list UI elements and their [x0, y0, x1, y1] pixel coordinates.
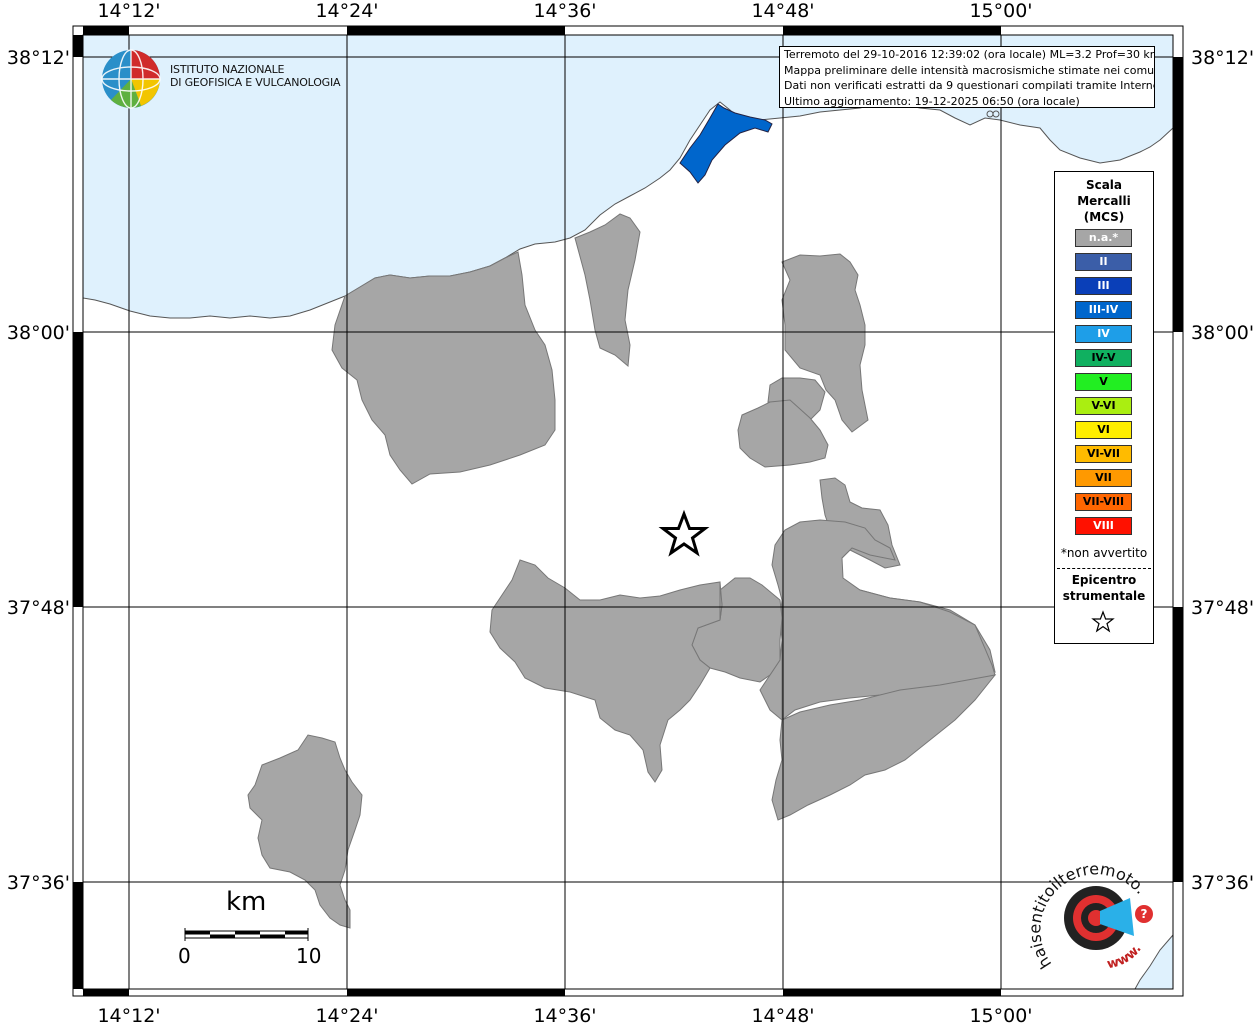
legend-item: VI	[1075, 421, 1132, 439]
legend-item: II	[1075, 253, 1132, 271]
legend-epicenter-label: Epicentro strumentale	[1055, 572, 1153, 604]
scale-end-label: 10	[296, 944, 322, 968]
scale-start-label: 0	[178, 944, 191, 968]
legend-item: III-IV	[1075, 301, 1132, 319]
legend-title-line: Mercalli	[1077, 194, 1131, 208]
lat-label-right: 37°36'	[1191, 872, 1254, 894]
lon-label-top: 14°36'	[533, 0, 596, 22]
lon-label-top: 15°00'	[969, 0, 1032, 22]
lon-label-top: 14°12'	[97, 0, 160, 22]
lon-label-bottom: 15°00'	[969, 1005, 1032, 1024]
lon-label-bottom: 14°48'	[751, 1005, 814, 1024]
legend-item: III	[1075, 277, 1132, 295]
lat-label-right: 38°12'	[1191, 47, 1254, 69]
lon-label-bottom: 14°36'	[533, 1005, 596, 1024]
legend-item: V-VI	[1075, 397, 1132, 415]
legend-divider	[1057, 568, 1151, 569]
event-info-line: Mappa preliminare delle intensità macros…	[784, 63, 1155, 77]
lat-label-left: 38°00'	[7, 322, 70, 344]
lon-label-bottom: 14°12'	[97, 1005, 160, 1024]
lat-label-right: 37°48'	[1191, 597, 1254, 619]
legend-item: VII	[1075, 469, 1132, 487]
ingv-globe-icon	[101, 49, 161, 109]
lon-label-top: 14°48'	[751, 0, 814, 22]
hai-sentito-il-terremoto-logo: ? haisentitoilterremoto.it www.	[1030, 856, 1153, 973]
watermark-www: www.	[1106, 942, 1145, 973]
legend-item: IV-V	[1075, 349, 1132, 367]
lon-label-bottom: 14°24'	[315, 1005, 378, 1024]
legend-item: V	[1075, 373, 1132, 391]
legend-star-icon	[1091, 610, 1115, 633]
ingv-line2: DI GEOFISICA E VULCANOLOGIA	[170, 76, 341, 89]
legend-item: IV	[1075, 325, 1132, 343]
legend-epicenter-line: Epicentro	[1071, 573, 1137, 587]
event-info-line: Dati non verificati estratti da 9 questi…	[784, 79, 1155, 92]
legend-title: Scala Mercalli (MCS)	[1055, 177, 1153, 225]
ingv-line1: ISTITUTO NAZIONALE	[170, 63, 285, 76]
legend-item: VI-VII	[1075, 445, 1132, 463]
ingv-name: ISTITUTO NAZIONALE DI GEOFISICA E VULCAN…	[170, 63, 341, 89]
legend-title-line: (MCS)	[1083, 210, 1125, 224]
lat-label-right: 38°00'	[1191, 322, 1254, 344]
legend-item: VII-VIII	[1075, 493, 1132, 511]
lat-label-left: 38°12'	[7, 47, 70, 69]
legend-title-line: Scala	[1085, 178, 1123, 192]
question-icon: ?	[1141, 907, 1148, 921]
lat-label-left: 37°48'	[7, 597, 70, 619]
scale-unit: km	[226, 887, 267, 917]
legend-item: VIII	[1075, 517, 1132, 535]
event-info-line: Terremoto del 29-10-2016 12:39:02 (ora l…	[784, 48, 1155, 61]
lon-label-top: 14°24'	[315, 0, 378, 22]
legend-epicenter-line: strumentale	[1062, 589, 1146, 603]
event-info-line: Ultimo aggiornamento: 19-12-2025 06:50 (…	[784, 94, 1080, 108]
event-info-box: Terremoto del 29-10-2016 12:39:02 (ora l…	[779, 46, 1155, 108]
mcs-legend: Scala Mercalli (MCS) n.a.* II III III-IV IV I…	[1054, 171, 1154, 644]
legend-note: *non avvertito	[1060, 546, 1148, 560]
legend-item: n.a.*	[1075, 229, 1132, 247]
lat-label-left: 37°36'	[7, 872, 70, 894]
